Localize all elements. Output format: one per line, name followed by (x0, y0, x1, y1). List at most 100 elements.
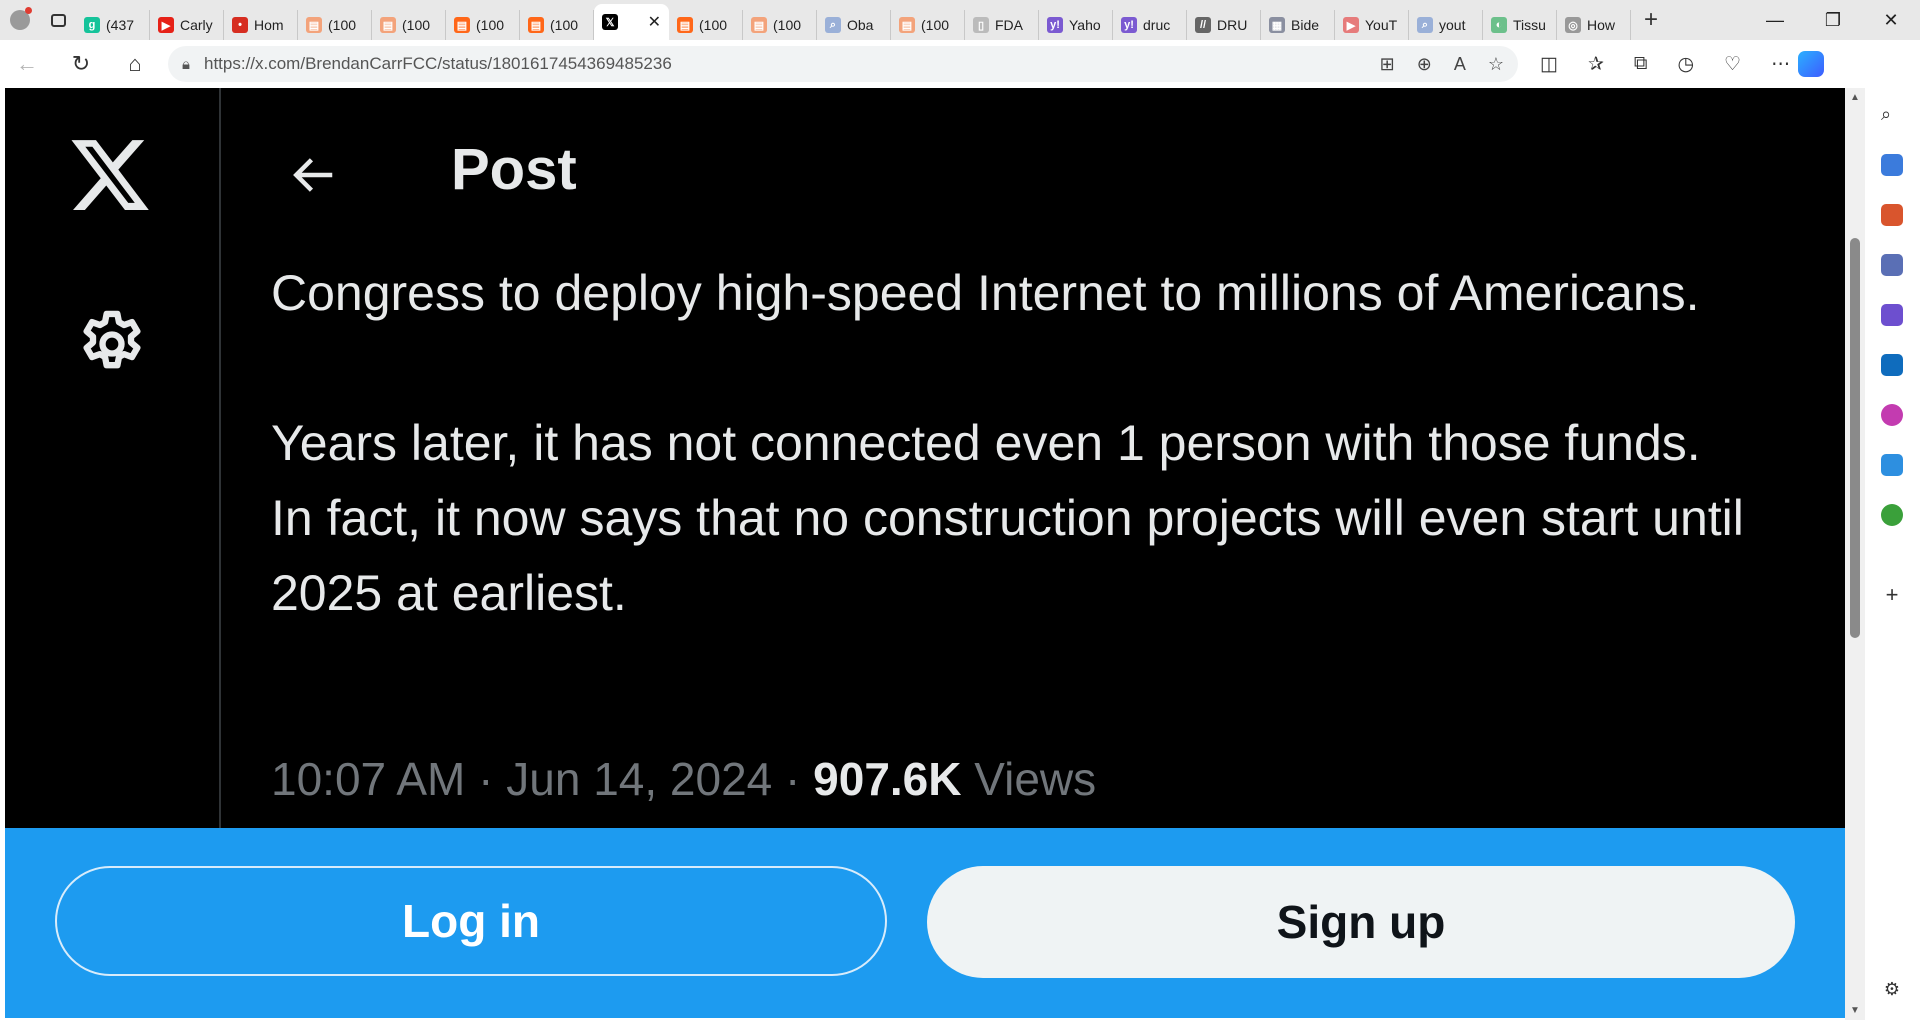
search-icon[interactable]: ⌕ (1881, 104, 1903, 126)
post-header: Post (221, 88, 1845, 253)
browser-tab[interactable]: ▤ (100 (298, 10, 372, 40)
restore-button[interactable]: ❐ (1804, 10, 1862, 31)
page-scrollbar[interactable]: ▲ ▼ (1845, 88, 1865, 1020)
send-icon[interactable] (1881, 454, 1903, 476)
lock-icon: 🔒︎ (182, 55, 190, 73)
tab-label: Bide (1291, 17, 1320, 33)
signup-button[interactable]: Sign up (927, 866, 1795, 978)
browser-tab[interactable]: ◐ Tissu (1483, 10, 1557, 40)
zoom-icon[interactable]: ⊕ (1417, 54, 1432, 75)
split-screen-icon[interactable]: ◫ (1540, 53, 1558, 76)
collections-icon[interactable]: ⧉ (1634, 53, 1648, 75)
edge-sidebar: ⌕ + ⚙ (1865, 88, 1920, 1020)
refresh-button[interactable]: ↻ (54, 51, 108, 77)
address-bar[interactable]: 🔒︎ https://x.com/BrendanCarrFCC/status/1… (168, 46, 1518, 82)
tab-active[interactable]: 𝕏 ✕ (594, 4, 669, 40)
scroll-up-arrow[interactable]: ▲ (1845, 92, 1865, 103)
grammarly-icon: g (84, 17, 100, 33)
tweet-time[interactable]: 10:07 AM (271, 753, 465, 805)
browser-tab[interactable]: ▦ Bide (1261, 10, 1335, 40)
browser-tab[interactable]: g (437 (76, 10, 150, 40)
sidebar-settings-icon[interactable]: ⚙ (1881, 978, 1903, 1000)
meta-separator: · (478, 753, 494, 805)
browser-tab[interactable]: ▯ FDA (965, 10, 1039, 40)
scroll-down-arrow[interactable]: ▼ (1845, 1005, 1865, 1016)
tab-actions-button[interactable] (40, 0, 76, 40)
browser-tab[interactable]: ▤ (100 (891, 10, 965, 40)
browser-tab[interactable]: y! druc (1113, 10, 1187, 40)
tab-label: DRU (1217, 17, 1248, 33)
browser-tab[interactable]: ▤ (100 (669, 10, 743, 40)
tweet-text: Congress to deploy high-speed Internet t… (271, 256, 1751, 631)
tab-label: How (1587, 17, 1616, 33)
close-tab-icon[interactable]: ✕ (648, 12, 661, 32)
substack-icon: ▤ (380, 17, 396, 33)
browser-tab[interactable]: y! Yaho (1039, 10, 1113, 40)
window-controls: — ❐ ✕ (1746, 10, 1920, 31)
browser-tab[interactable]: ▶ YouT (1335, 10, 1409, 40)
designer-icon[interactable] (1881, 404, 1903, 426)
minimize-button[interactable]: — (1746, 10, 1804, 31)
tweet-paragraph: Congress to deploy high-speed Internet t… (271, 265, 1700, 321)
tab-label: Tissu (1513, 17, 1546, 33)
browser-tab[interactable]: ▤ (100 (446, 10, 520, 40)
substack-icon: ▤ (306, 17, 322, 33)
add-icon[interactable]: + (1881, 584, 1903, 606)
youtube-icon: ▶ (158, 17, 174, 33)
substack-icon: ▤ (899, 17, 915, 33)
browser-tab[interactable]: ◎ How (1557, 10, 1631, 40)
browser-tab[interactable]: ▤ (100 (743, 10, 817, 40)
notification-dot (25, 7, 32, 14)
games-icon[interactable] (1881, 254, 1903, 276)
yahoo-icon: y! (1121, 17, 1137, 33)
scrollbar-thumb[interactable] (1850, 238, 1860, 638)
outlook-icon[interactable] (1881, 354, 1903, 376)
url-text[interactable]: https://x.com/BrendanCarrFCC/status/1801… (204, 54, 1380, 74)
shopping-tag-icon[interactable] (1881, 154, 1903, 176)
tree-icon[interactable] (1881, 504, 1903, 526)
browser-tab[interactable]: ⌕ Oba (817, 10, 891, 40)
browser-tab[interactable]: ⌕ yout (1409, 10, 1483, 40)
profile-avatar[interactable] (0, 0, 40, 40)
search-icon: ⌕ (1417, 17, 1433, 33)
tab-label: FDA (995, 17, 1023, 33)
youtube-icon: ▶ (1343, 17, 1359, 33)
x-logo-icon[interactable] (67, 132, 153, 218)
views-label: Views (974, 753, 1097, 805)
close-window-button[interactable]: ✕ (1862, 10, 1920, 31)
login-button[interactable]: Log in (55, 866, 887, 976)
back-button[interactable]: ← (0, 51, 54, 77)
read-aloud-icon[interactable]: A (1454, 54, 1466, 75)
browser-tab[interactable]: ▤ (100 (520, 10, 594, 40)
substack-icon: ▤ (454, 17, 470, 33)
favorite-star-icon[interactable]: ☆ (1488, 54, 1504, 75)
document-icon: ▯ (973, 17, 989, 33)
tab-label: Hom (254, 17, 284, 33)
settings-gear-icon[interactable] (74, 306, 150, 382)
page-title: Post (451, 137, 577, 202)
home-button[interactable]: ⌂ (108, 51, 162, 77)
drudge-icon: // (1195, 17, 1211, 33)
app-available-icon[interactable]: ⊞ (1380, 54, 1395, 75)
browser-tab[interactable]: // DRU (1187, 10, 1261, 40)
back-arrow-icon[interactable] (285, 148, 339, 202)
microsoft365-icon[interactable] (1881, 304, 1903, 326)
browser-tab[interactable]: • Hom (224, 10, 298, 40)
tweet-date[interactable]: Jun 14, 2024 (506, 753, 772, 805)
browser-tab[interactable]: ▶ Carly (150, 10, 224, 40)
history-icon[interactable]: ◷ (1677, 53, 1694, 76)
favorites-icon[interactable]: ✰ (1588, 53, 1604, 76)
news-icon: ▦ (1269, 17, 1285, 33)
copilot-icon[interactable] (1798, 51, 1825, 77)
browser-tab[interactable]: ▤ (100 (372, 10, 446, 40)
yahoo-icon: y! (1047, 17, 1063, 33)
tools-icon[interactable] (1881, 204, 1903, 226)
browser-tab-bar: g (437 ▶ Carly • Hom ▤ (100 ▤ (100 ▤ (100 ▤ (100 𝕏 ✕ ▤ (1… (0, 0, 1920, 40)
new-tab-button[interactable]: + (1631, 6, 1671, 34)
browser-essentials-icon[interactable]: ♡ (1724, 53, 1741, 76)
address-bar-actions: ⊞ ⊕ A ☆ (1380, 54, 1504, 75)
tweet-paragraph: Years later, it has not connected even 1… (271, 415, 1744, 621)
x-post-page: Post Congress to deploy high-speed Inter… (5, 88, 1845, 1018)
tab-actions-icon (50, 13, 66, 27)
more-menu-icon[interactable]: ⋯ (1771, 53, 1790, 76)
